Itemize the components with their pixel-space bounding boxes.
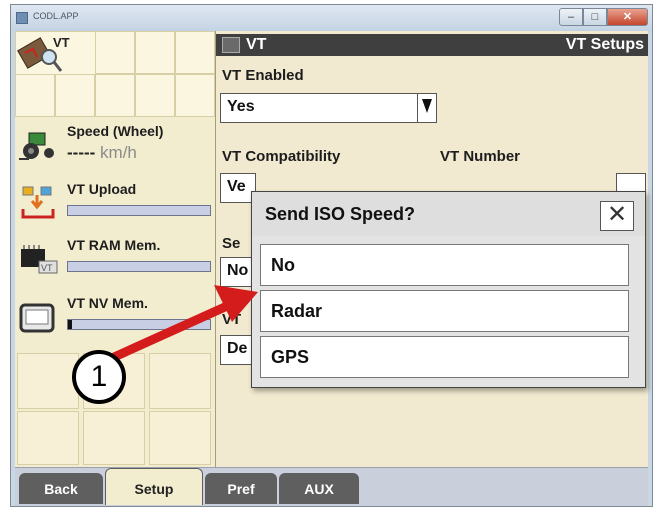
tab-aux[interactable]: AUX bbox=[279, 473, 359, 504]
vt-upload-progress bbox=[67, 205, 211, 216]
minimize-icon[interactable]: – bbox=[559, 8, 583, 26]
vt-grid-cell bbox=[55, 74, 95, 117]
vt-nv-status: VT NV Mem. bbox=[15, 289, 215, 343]
empty-slot bbox=[83, 411, 145, 465]
vt-ram-status: VT VT RAM Mem. bbox=[15, 231, 215, 285]
upload-icon bbox=[21, 186, 55, 219]
send-speed-label: Se bbox=[222, 235, 241, 252]
vt-grid-cell bbox=[175, 31, 215, 74]
svg-text:VT: VT bbox=[41, 263, 53, 273]
maximize-icon[interactable]: □ bbox=[583, 8, 607, 26]
empty-slot bbox=[149, 411, 211, 465]
empty-slot bbox=[17, 353, 79, 409]
vt-grid-cell bbox=[135, 74, 175, 117]
vt-upload-label: VT Upload bbox=[67, 181, 137, 197]
app-body: VT Speed (Wheel) ----- km/h VT Upload VT… bbox=[15, 31, 648, 506]
vt-compatibility-label: VT Compatibility bbox=[222, 148, 341, 165]
vt-grid-cell bbox=[95, 74, 135, 117]
title-bar[interactable]: CODL.APP – □ ✕ bbox=[11, 5, 652, 31]
vt-grid-cell bbox=[15, 74, 55, 117]
dialog-title: Send ISO Speed? bbox=[265, 204, 416, 224]
option-gps[interactable]: GPS bbox=[260, 336, 629, 378]
ram-chip-icon: VT bbox=[21, 245, 58, 274]
speed-value: ----- km/h bbox=[67, 143, 137, 162]
vt-grid-cell bbox=[175, 74, 215, 117]
vt-ram-label: VT RAM Mem. bbox=[67, 237, 161, 253]
vt-enabled-value: Yes bbox=[227, 98, 255, 115]
vt-grid-cell bbox=[95, 31, 135, 74]
app-icon bbox=[16, 12, 28, 24]
empty-slot bbox=[17, 411, 79, 465]
fourth-field-label: VT bbox=[222, 311, 242, 328]
send-speed-value: No bbox=[227, 262, 249, 279]
monitor-icon bbox=[19, 303, 55, 333]
fourth-field-value: De bbox=[227, 340, 248, 357]
chevron-down-icon[interactable] bbox=[417, 94, 436, 122]
empty-slot bbox=[149, 353, 211, 409]
vt-number-label: VT Number bbox=[440, 148, 521, 165]
vt-grid-cell bbox=[135, 31, 175, 74]
vt-nv-progress bbox=[67, 319, 211, 330]
page-header: VT VT Setups bbox=[216, 34, 648, 56]
vt-upload-status: VT Upload bbox=[15, 175, 215, 229]
dialog-header: Send ISO Speed? ✕ bbox=[252, 192, 645, 236]
tab-bar: Back Setup Pref AUX bbox=[15, 467, 648, 506]
speed-status: Speed (Wheel) ----- km/h bbox=[15, 117, 215, 171]
tab-back[interactable]: Back bbox=[19, 473, 103, 504]
vt-enabled-dropdown[interactable]: Yes bbox=[220, 93, 437, 123]
send-iso-speed-dialog: Send ISO Speed? ✕ No Radar GPS bbox=[251, 191, 646, 388]
vt-label: VT bbox=[53, 35, 70, 50]
speed-label: Speed (Wheel) bbox=[67, 123, 164, 139]
page-title: VT Setups bbox=[565, 36, 644, 53]
tab-pref[interactable]: Pref bbox=[205, 473, 277, 504]
sidebar: VT Speed (Wheel) ----- km/h VT Upload VT… bbox=[15, 31, 216, 467]
vt-ram-progress bbox=[67, 261, 211, 272]
vt-compatibility-value: Ve bbox=[227, 178, 246, 195]
vt-nv-label: VT NV Mem. bbox=[67, 295, 148, 311]
close-icon[interactable]: ✕ bbox=[600, 201, 634, 231]
vt-screen-icon bbox=[222, 37, 240, 53]
vt-nv-progress-fill bbox=[68, 320, 73, 329]
vt-enabled-label: VT Enabled bbox=[222, 67, 304, 84]
close-icon[interactable]: ✕ bbox=[607, 8, 648, 26]
option-radar[interactable]: Radar bbox=[260, 290, 629, 332]
step-callout: 1 bbox=[72, 350, 126, 404]
tab-setup[interactable]: Setup bbox=[105, 468, 203, 505]
tractor-icon bbox=[19, 132, 54, 160]
window-title: CODL.APP bbox=[33, 11, 79, 21]
option-no[interactable]: No bbox=[260, 244, 629, 286]
header-title: VT bbox=[246, 36, 267, 53]
